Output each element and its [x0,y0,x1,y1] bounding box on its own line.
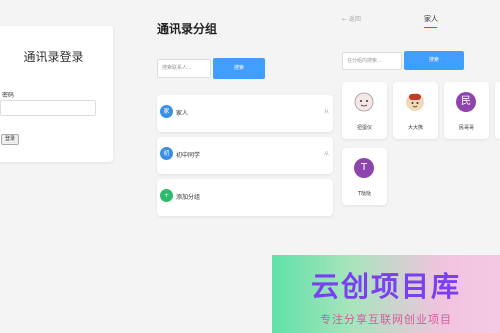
login-button[interactable]: 登录 [1,134,20,145]
group-name: 家人 [176,110,189,117]
watermark-title: 云创项目库 [310,270,461,303]
member-card[interactable]: 大大熊 [393,82,438,139]
contact-search-input[interactable]: 搜索联系人... [157,59,211,78]
watermark-banner: 云创项目库 专注分享互联网创业项目 [272,255,500,333]
title-underline [424,27,437,28]
group-name: 添加分组 [176,194,201,201]
back-link[interactable]: ← 返回 [342,14,361,23]
login-title: 通讯录登录 [23,50,84,64]
member-name: 大大熊 [407,125,423,131]
group-count: 从 [323,151,329,157]
password-label: 密码 [2,92,15,99]
member-card[interactable]: 扭蛋仪 [342,82,387,139]
member-card[interactable]: 民 民哥哥 [444,82,489,139]
group-icon: 家 [160,105,173,118]
add-group-row[interactable]: + 添加分组 [157,179,333,216]
family-title: 家人 [424,15,438,23]
member-name: 民哥哥 [458,125,474,131]
member-search-button[interactable]: 搜索 [404,51,464,70]
cartoon-avatar-icon [406,93,424,111]
group-count: 从 [323,109,329,115]
letter-avatar-icon: T [354,158,374,178]
group-icon: 初 [160,147,173,160]
group-name: 初中同学 [176,152,201,159]
contact-search-button[interactable]: 搜索 [213,58,265,79]
watermark-subtitle: 专注分享互联网创业项目 [320,313,452,326]
member-name: T哒哒 [357,191,372,197]
group-panel-title: 通讯录分组 [157,22,218,36]
password-field[interactable] [0,100,96,116]
plus-icon: + [160,189,173,202]
login-card: 通讯录登录 密码 登录 [0,26,113,162]
member-card-partial[interactable] [495,82,500,139]
member-card[interactable]: T T哒哒 [342,148,387,205]
cartoon-avatar-icon [354,92,374,112]
member-search-input[interactable]: 在分组内搜索... [342,52,402,70]
group-row-family[interactable]: 家 家人 从 [157,95,333,132]
group-row-classmates[interactable]: 初 初中同学 从 [157,137,333,174]
member-name: 扭蛋仪 [356,125,372,131]
letter-avatar-icon: 民 [456,92,476,112]
